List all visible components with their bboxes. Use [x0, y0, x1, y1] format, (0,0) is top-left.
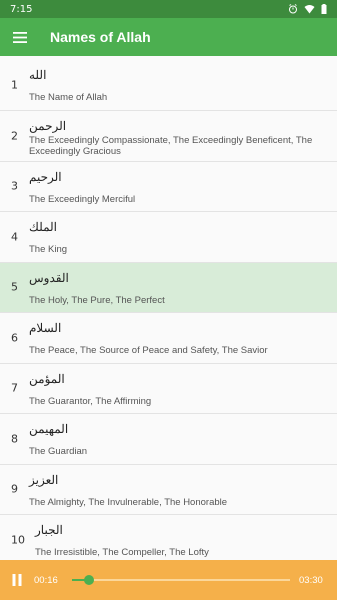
item-number: 1	[11, 78, 18, 92]
seek-track	[72, 579, 290, 581]
item-number: 7	[11, 381, 18, 395]
item-arabic-name: العزيز	[29, 472, 59, 487]
item-meaning: The King	[29, 244, 68, 255]
wifi-icon	[304, 4, 315, 14]
total-time: 03:30	[299, 574, 323, 586]
item-number: 8	[11, 432, 18, 446]
status-bar: 7:15	[0, 0, 337, 18]
current-time: 00:16	[34, 574, 58, 586]
seek-slider[interactable]	[72, 570, 290, 590]
list-item[interactable]: 2 الرحمن The Exceedingly Compassionate, …	[0, 110, 337, 162]
list-item[interactable]: 3 الرحيم The Exceedingly Merciful	[0, 161, 337, 212]
item-meaning: The Guardian	[29, 446, 88, 457]
item-number: 6	[11, 331, 18, 345]
status-icons	[288, 4, 327, 14]
list-item[interactable]: 6 السلام The Peace, The Source of Peace …	[0, 313, 337, 364]
item-arabic-name: المؤمن	[29, 371, 65, 386]
seek-thumb[interactable]	[83, 575, 94, 585]
list-item[interactable]: 1 الله The Name of Allah	[0, 60, 337, 111]
page-title: Names of Allah	[50, 29, 151, 45]
item-arabic-name: الملك	[29, 220, 58, 234]
item-arabic-name: الله	[29, 68, 47, 82]
item-meaning: The Exceedingly Merciful	[29, 193, 136, 205]
item-arabic-name: الرحمن	[29, 118, 67, 133]
item-meaning: The Name of Allah	[29, 92, 108, 103]
item-meaning: The Guarantor, The Affirming	[29, 395, 152, 407]
app-bar: Names of Allah	[0, 18, 337, 56]
audio-player: 00:16 03:30	[0, 560, 337, 600]
item-number: 2	[11, 129, 18, 142]
list-item[interactable]: 7 المؤمن The Guarantor, The Affirming	[0, 363, 337, 414]
hamburger-menu-icon[interactable]	[0, 18, 40, 56]
item-number: 3	[11, 179, 18, 193]
status-time: 7:15	[10, 3, 33, 15]
item-arabic-name: السلام	[29, 321, 62, 335]
item-number: 10	[11, 533, 25, 547]
item-arabic-name: المهيمن	[29, 422, 69, 436]
item-arabic-name: الجبار	[35, 523, 63, 537]
item-arabic-name: القدوس	[29, 270, 69, 285]
pause-icon[interactable]	[0, 560, 34, 600]
list-item[interactable]: 9 العزيز The Almighty, The Invulnerable,…	[0, 464, 337, 515]
item-number: 4	[11, 230, 18, 244]
battery-icon	[321, 4, 327, 14]
item-arabic-name: الرحيم	[29, 169, 62, 184]
item-number: 9	[11, 482, 18, 496]
item-meaning: The Exceedingly Compassionate, The Excee…	[29, 134, 313, 158]
alarm-icon	[288, 4, 298, 14]
list-item-selected[interactable]: 5 القدوس The Holy, The Pure, The Perfect	[0, 262, 337, 313]
names-list[interactable]: 1 الله The Name of Allah 2 الرحمن The Ex…	[0, 60, 337, 560]
item-meaning: The Irresistible, The Compeller, The Lof…	[35, 547, 209, 558]
item-meaning: The Holy, The Pure, The Perfect	[29, 294, 165, 306]
item-meaning: The Almighty, The Invulnerable, The Hono…	[29, 496, 228, 508]
list-item[interactable]: 4 الملك The King	[0, 212, 337, 263]
list-item[interactable]: 10 الجبار The Irresistible, The Compelle…	[0, 515, 337, 560]
list-item[interactable]: 8 المهيمن The Guardian	[0, 414, 337, 465]
item-meaning: The Peace, The Source of Peace and Safet…	[29, 345, 268, 356]
item-number: 5	[11, 280, 18, 294]
